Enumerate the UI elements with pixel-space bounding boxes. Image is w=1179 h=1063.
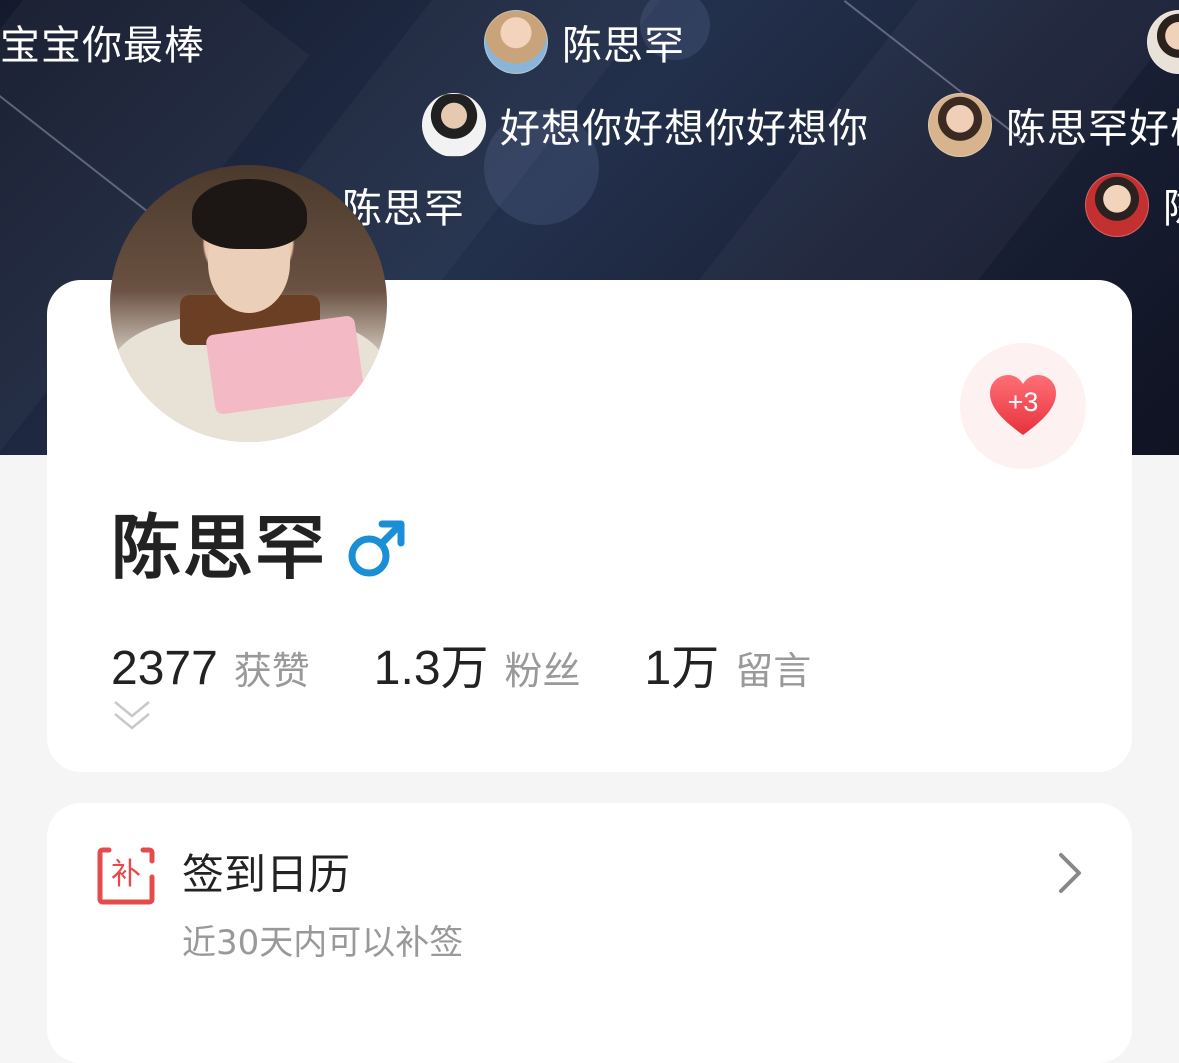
stat-label: 获赞 (233, 649, 310, 693)
danmu-avatar (484, 10, 548, 74)
danmu-text: 陈 (1163, 176, 1179, 234)
danmu-text: 陈思罕好棒 (1006, 106, 1179, 152)
stat-fans[interactable]: 1.3万 粉丝 (374, 628, 581, 698)
stat-label: 留言 (735, 649, 812, 693)
stat-value: 2377 (111, 642, 218, 695)
like-count: +3 (1007, 387, 1039, 417)
male-symbol-icon (348, 520, 405, 577)
stat-value: 1.3万 (373, 642, 489, 695)
stat-label: 粉丝 (504, 649, 581, 693)
danmu-item: 陈 (1085, 173, 1179, 237)
danmu-avatar (1085, 173, 1149, 237)
danmu-avatar (422, 93, 486, 157)
danmu-item: 陈思罕好棒 (928, 93, 1179, 157)
heart-icon: +3 (990, 375, 1056, 437)
expand-chevron-icon[interactable] (113, 698, 151, 732)
stat-messages[interactable]: 1万 留言 (645, 628, 812, 698)
chevron-right-icon (1059, 853, 1081, 893)
danmu-avatar (928, 93, 992, 157)
profile-name: 陈思罕 (111, 507, 327, 589)
checkin-calendar-row[interactable]: 补 签到日历 近30天内可以补签 (47, 803, 1132, 1063)
danmu-item (1147, 10, 1179, 74)
like-button[interactable]: +3 (960, 343, 1086, 469)
stat-likes[interactable]: 2377 获赞 (111, 640, 310, 696)
danmu-item: 宝宝你最棒 (0, 10, 205, 74)
danmu-avatar (1147, 10, 1179, 74)
danmu-item: 好想你好想你好想你 (422, 93, 869, 157)
danmu-item: 陈思罕 (484, 10, 685, 74)
calendar-subtitle: 近30天内可以补签 (182, 923, 464, 963)
stat-value: 1万 (644, 642, 720, 695)
calendar-title: 签到日历 (182, 850, 351, 899)
danmu-text: 宝宝你最棒 (0, 23, 205, 69)
calendar-icon-char: 补 (111, 857, 141, 892)
danmu-text: 陈思罕 (562, 23, 685, 69)
profile-stats: 2377 获赞 1.3万 粉丝 1万 留言 (111, 628, 811, 698)
profile-avatar[interactable] (110, 165, 387, 442)
danmu-text: 好想你好想你好想你 (500, 106, 869, 152)
